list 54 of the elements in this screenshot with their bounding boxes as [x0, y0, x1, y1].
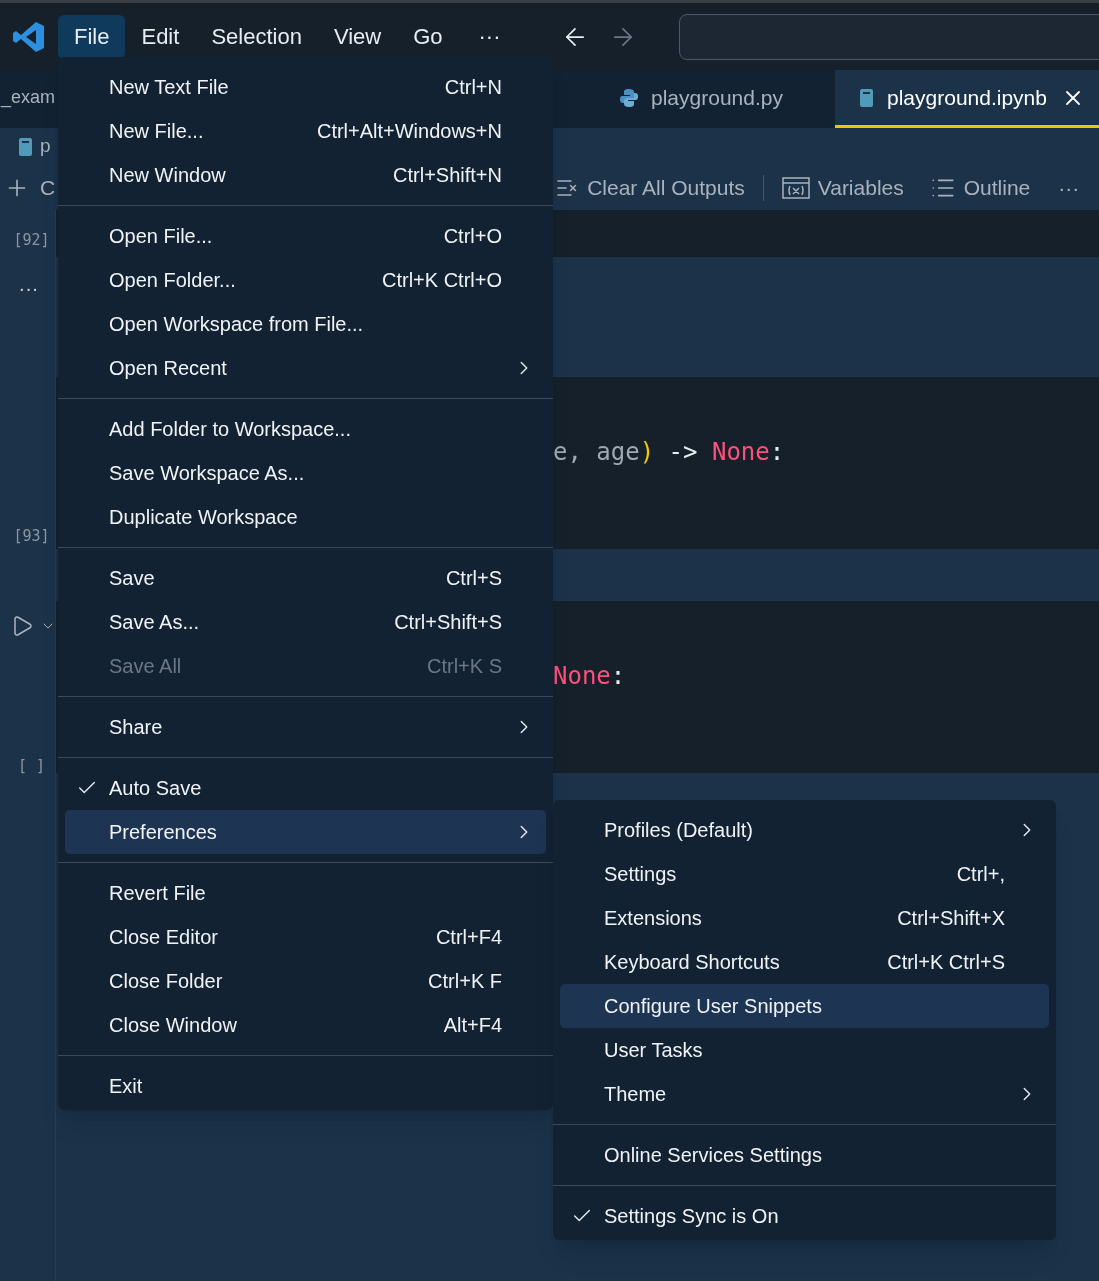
menu-item[interactable]: Open Folder... Ctrl+K Ctrl+O: [65, 258, 546, 302]
toolbar-button[interactable]: Outline: [929, 171, 1031, 204]
menu-item[interactable]: Theme: [560, 1072, 1049, 1116]
editor-tab[interactable]: playground.ipynb: [835, 70, 1099, 128]
menu-bar-item[interactable]: Selection: [195, 14, 318, 59]
menu-item[interactable]: Open Workspace from File...: [65, 302, 546, 346]
menu-item[interactable]: Open Recent: [65, 346, 546, 390]
menu-item[interactable]: New Text File Ctrl+N: [65, 65, 546, 109]
code-line: None:: [553, 661, 627, 692]
app-logo-icon: [12, 19, 46, 54]
menu-item[interactable]: Extensions Ctrl+Shift+X: [560, 896, 1049, 940]
menu-item[interactable]: Profiles (Default): [560, 808, 1049, 852]
breadcrumb-item[interactable]: p: [40, 132, 51, 161]
menu-bar-item[interactable]: Go: [397, 14, 459, 59]
add-cell-button[interactable]: C: [40, 171, 56, 204]
more-menu-button[interactable]: ···: [478, 25, 501, 48]
menu-item[interactable]: Close Window Alt+F4: [65, 1003, 546, 1047]
menu-bar-item[interactable]: Edit: [125, 14, 196, 59]
menu-item[interactable]: Add Folder to Workspace...: [65, 407, 546, 451]
menu-item[interactable]: Online Services Settings: [560, 1133, 1049, 1177]
execution-count: [92]: [13, 231, 50, 249]
menu-item[interactable]: User Tasks: [560, 1028, 1049, 1072]
search-field[interactable]: [678, 13, 1099, 60]
python-icon: [619, 87, 639, 108]
menu-item[interactable]: Duplicate Workspace: [65, 495, 546, 539]
menu-item[interactable]: Preferences: [65, 810, 546, 854]
menu-item[interactable]: Settings Sync is On: [560, 1194, 1049, 1238]
notebook-icon: [18, 136, 34, 157]
menu-item[interactable]: Settings Ctrl+,: [560, 852, 1049, 896]
menu-item[interactable]: Auto Save: [65, 766, 546, 810]
menu-item[interactable]: Share: [65, 705, 546, 749]
variables-icon: [781, 175, 810, 200]
menu-item[interactable]: Save As... Ctrl+Shift+S: [65, 600, 546, 644]
menu-bar-item[interactable]: File: [58, 14, 126, 59]
menu-bar-item[interactable]: View: [317, 14, 398, 59]
notebook-icon: [859, 87, 875, 108]
toolbar-button[interactable]: Clear All Outputs: [555, 171, 745, 204]
menu-item[interactable]: Save Workspace As...: [65, 451, 546, 495]
menu-item[interactable]: Revert File: [65, 871, 546, 915]
editor-tab[interactable]: playground.py: [595, 70, 835, 128]
menu-item[interactable]: Save Ctrl+S: [65, 556, 546, 600]
menu-item[interactable]: Close Editor Ctrl+F4: [65, 915, 546, 959]
menu-item[interactable]: Close Folder Ctrl+K F: [65, 959, 546, 1003]
code-line: e, age) -> None:: [553, 437, 786, 468]
execution-count: [ ]: [17, 757, 46, 775]
menu-item[interactable]: Configure User Snippets: [560, 984, 1049, 1028]
toolbar-button[interactable]: Variables: [781, 171, 904, 204]
menu-item[interactable]: New Window Ctrl+Shift+N: [65, 153, 546, 197]
menu-item[interactable]: New File... Ctrl+Alt+Windows+N: [65, 109, 546, 153]
menu-item[interactable]: Exit: [65, 1064, 546, 1108]
more-button[interactable]: ···: [18, 277, 39, 299]
menu-item[interactable]: Keyboard Shortcuts Ctrl+K Ctrl+S: [560, 940, 1049, 984]
more-button[interactable]: ···: [1058, 177, 1080, 198]
execution-count: [93]: [13, 527, 50, 545]
